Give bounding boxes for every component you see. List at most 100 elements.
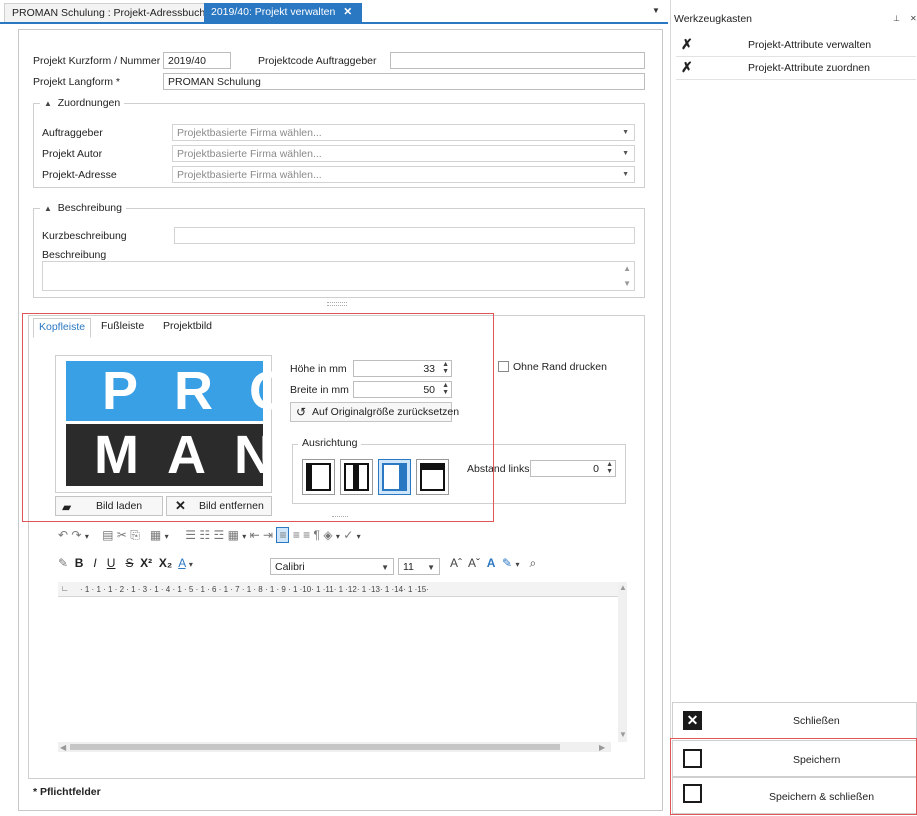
scroll-thumb[interactable] [70, 744, 560, 750]
tab-projekt-verwalten-label: 2019/40: Projekt verwalten [211, 6, 336, 18]
langform-label: Projekt Langform * [33, 76, 120, 88]
collapse-icon: ▲ [44, 99, 52, 108]
find-icon[interactable]: ⌕ [529, 556, 536, 570]
kurzbeschreibung-label: Kurzbeschreibung [42, 230, 127, 242]
highlight-box-kopfleiste [22, 313, 494, 522]
font-family-combo[interactable]: Calibri ▼ [270, 558, 394, 575]
bold-icon[interactable]: B [75, 556, 84, 570]
undo-icon[interactable]: ↶ [58, 528, 68, 542]
tool-projekt-attribute-zuordnen[interactable]: ✗ Projekt-Attribute zuordnen [676, 57, 916, 80]
tool-label: Projekt-Attribute zuordnen [748, 62, 870, 74]
kurzform-input[interactable]: 2019/40 [163, 52, 231, 69]
projekt-adresse-combo[interactable]: Projektbasierte Firma wählen... ▼ [172, 166, 635, 183]
chevron-down-icon: ▼ [622, 171, 629, 178]
paste-icon[interactable]: ▤ [102, 528, 113, 542]
highlight-box-save [670, 738, 917, 815]
bullets-icon[interactable]: ☰ [185, 528, 196, 542]
pin-icon[interactable]: ⊥ [893, 14, 900, 23]
zuordnungen-title[interactable]: ▲ Zuordnungen [40, 97, 125, 109]
projektcode-input[interactable] [390, 52, 645, 69]
align-center-text-icon[interactable]: ≡ [293, 528, 300, 542]
splitter-grip[interactable] [327, 302, 347, 306]
redo-icon[interactable]: ↷ [71, 528, 81, 542]
highlight-icon[interactable]: ✎ [502, 556, 512, 570]
strike-icon[interactable]: S [125, 556, 133, 570]
scroll-down-icon[interactable]: ▼ [619, 730, 627, 739]
align-right-text-icon[interactable]: ≡ [303, 528, 310, 542]
font-size-combo[interactable]: 11 ▼ [398, 558, 440, 575]
splitter-grip[interactable] [332, 516, 348, 519]
kurzform-label: Projekt Kurzform / Nummer * [33, 55, 168, 67]
font-family-value: Calibri [275, 561, 305, 573]
chevron-down-icon: ▼ [622, 150, 629, 157]
table-icon[interactable]: ▦ [228, 528, 239, 542]
superscript-icon[interactable]: X² [140, 556, 152, 570]
tools-icon: ✗ [681, 59, 693, 75]
grow-font-icon[interactable]: Aˆ [450, 556, 462, 570]
vertical-scrollbar[interactable]: ▲ ▼ [618, 582, 627, 742]
align-left-text-icon[interactable]: ≡ [276, 527, 290, 543]
abstand-value: 0 [593, 463, 599, 475]
werkzeugkasten-panel [670, 0, 917, 816]
pilcrow-icon[interactable]: ¶ [314, 528, 320, 542]
close-icon: ✕ [683, 711, 702, 730]
ohne-rand-label: Ohne Rand drucken [513, 361, 607, 373]
kurzbeschreibung-input[interactable] [174, 227, 635, 244]
projekt-autor-placeholder: Projektbasierte Firma wählen... [177, 148, 322, 160]
chevron-down-icon: ▼ [381, 563, 389, 572]
projekt-adresse-label: Projekt-Adresse [42, 169, 117, 181]
close-tab-icon[interactable]: ✕ [343, 6, 352, 18]
beschreibung-title[interactable]: ▲ Beschreibung [40, 202, 126, 214]
font-color-icon[interactable]: A [178, 556, 185, 570]
collapse-icon: ▲ [44, 204, 52, 213]
tab-dropdown-icon[interactable]: ▼ [652, 6, 660, 15]
numbering-icon[interactable]: ☷ [199, 528, 210, 542]
tool-projekt-attribute-verwalten[interactable]: ✗ Projekt-Attribute verwalten [676, 34, 916, 57]
abstand-spinner[interactable]: 0 ▲ ▼ [530, 460, 616, 477]
font-size-value: 11 [403, 561, 414, 573]
spellcheck-icon[interactable]: ✓ [343, 528, 353, 542]
indent-icon[interactable]: ⇥ [263, 528, 273, 542]
auftraggeber-combo[interactable]: Projektbasierte Firma wählen... ▼ [172, 124, 635, 141]
shrink-font-icon[interactable]: Aˇ [468, 556, 480, 570]
shading-icon[interactable]: ◈ [323, 528, 332, 542]
subscript-icon[interactable]: X₂ [159, 556, 172, 570]
spin-arrows-icon[interactable]: ▲ ▼ [606, 461, 613, 475]
cut-icon[interactable]: ✂ [117, 528, 127, 542]
ohne-rand-checkbox[interactable] [498, 361, 509, 372]
close-panel-icon[interactable]: ✕ [910, 14, 917, 23]
italic-icon[interactable]: I [93, 556, 96, 570]
projekt-autor-combo[interactable]: Projektbasierte Firma wählen... ▼ [172, 145, 635, 162]
werkzeugkasten-title: Werkzeugkasten [674, 13, 753, 25]
beschreibung-field-label: Beschreibung [42, 249, 107, 261]
horizontal-scrollbar[interactable]: ◀ ▶ [58, 742, 611, 752]
beschreibung-textarea[interactable]: ▲ ▼ [42, 261, 635, 291]
tab-stop-icon[interactable]: ∟ [61, 584, 69, 593]
schliessen-button[interactable]: ✕ Schließen [672, 702, 917, 739]
tab-projekt-verwalten[interactable]: 2019/40: Projekt verwalten ✕ [204, 3, 362, 24]
projekt-autor-label: Projekt Autor [42, 148, 103, 160]
projekt-adresse-placeholder: Projektbasierte Firma wählen... [177, 169, 322, 181]
scroll-left-icon[interactable]: ◀ [60, 743, 66, 752]
copy-icon[interactable]: ⎘ [130, 528, 140, 542]
scroll-down-icon[interactable]: ▼ [623, 279, 631, 288]
tab-projekt-adressbuch[interactable]: PROMAN Schulung : Projekt-Adressbuch [4, 3, 214, 22]
zuordnungen-label: Zuordnungen [57, 97, 121, 109]
chevron-down-icon: ▼ [622, 129, 629, 136]
outdent-icon[interactable]: ⇤ [250, 528, 260, 542]
scroll-up-icon[interactable]: ▲ [619, 583, 627, 592]
projektcode-label: Projektcode Auftraggeber [258, 55, 377, 67]
langform-input[interactable]: PROMAN Schulung [163, 73, 645, 90]
clear-format-icon[interactable]: ✎ [58, 556, 68, 570]
ruler: ∟ · 1 · 1 · 1 · 2 · 1 · 3 · 1 · 4 · 1 · … [58, 582, 618, 597]
chevron-down-icon: ▼ [427, 563, 435, 572]
underline-icon[interactable]: U [107, 556, 116, 570]
scroll-up-icon[interactable]: ▲ [623, 264, 631, 273]
text-effect-icon[interactable]: A [487, 556, 496, 570]
editor-document-area[interactable] [58, 597, 618, 742]
pflichtfelder-note: * Pflichtfelder [33, 786, 101, 798]
tools-icon: ✗ [681, 36, 693, 52]
scroll-right-icon[interactable]: ▶ [599, 743, 605, 752]
format-painter-icon[interactable]: ▦ [150, 528, 161, 542]
multilevel-icon[interactable]: ☲ [213, 528, 224, 542]
